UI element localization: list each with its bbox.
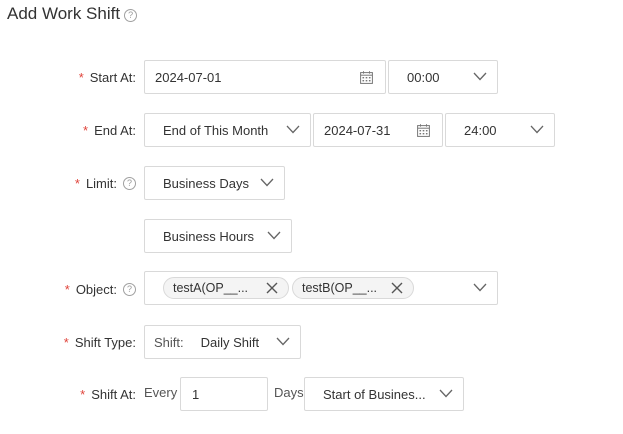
chevron-down-icon <box>286 125 300 134</box>
every-text: Every <box>144 384 178 400</box>
chevron-down-icon <box>530 125 544 134</box>
start-at-label-text: Start At: <box>89 69 136 85</box>
calendar-icon[interactable] <box>417 124 430 137</box>
page-title-text: Add Work Shift <box>7 4 121 23</box>
question-circle-icon[interactable]: ? <box>123 176 136 190</box>
limit-hours-value: Business Hours <box>163 228 255 244</box>
interval-input[interactable]: 1 <box>180 377 268 411</box>
chevron-down-icon <box>473 72 487 81</box>
end-at-label-text: End At: <box>94 122 136 138</box>
shift-at-label-text: Shift At: <box>91 386 136 402</box>
object-tag-label: testB(OP__... <box>302 281 378 295</box>
limit-label-text: Limit: <box>85 175 117 191</box>
end-at-label: * End At: <box>83 113 136 147</box>
required-mark: * <box>78 69 84 85</box>
chevron-down-icon <box>473 283 487 292</box>
question-circle-icon[interactable]: ? <box>124 9 138 22</box>
close-icon[interactable] <box>391 282 403 294</box>
shift-type-value: Daily Shift <box>200 334 260 350</box>
required-mark: * <box>74 175 80 191</box>
limit-label: * Limit: ? <box>75 166 136 200</box>
start-at-label: * Start At: <box>79 60 136 94</box>
start-time-value: 00:00 <box>407 69 440 85</box>
object-tag: testA(OP__... <box>163 277 289 299</box>
end-time-value: 24:00 <box>464 122 497 138</box>
object-label-text: Object: <box>75 281 117 297</box>
shift-type-label: * Shift Type: <box>64 325 136 359</box>
object-multiselect[interactable]: testA(OP__... testB(OP__... <box>144 271 498 305</box>
end-time-select[interactable]: 24:00 <box>445 113 555 147</box>
start-date-value: 2024-07-01 <box>155 69 222 85</box>
object-tag-label: testA(OP__... <box>173 281 249 295</box>
shift-at-label: * Shift At: <box>80 377 136 411</box>
start-date-picker[interactable]: 2024-07-01 <box>144 60 386 94</box>
end-mode-select[interactable]: End of This Month <box>144 113 311 147</box>
shift-start-select[interactable]: Start of Busines... <box>304 377 464 411</box>
shift-type-label-text: Shift Type: <box>74 334 136 350</box>
shift-type-select[interactable]: Shift: Daily Shift <box>144 325 301 359</box>
chevron-down-icon <box>439 389 453 398</box>
page-title: Add Work Shift ? <box>7 3 138 25</box>
object-label: * Object: ? <box>65 272 136 306</box>
object-tag: testB(OP__... <box>292 277 414 299</box>
limit-hours-select[interactable]: Business Hours <box>144 219 292 253</box>
chevron-down-icon <box>276 337 290 346</box>
interval-value: 1 <box>192 386 200 402</box>
end-date-picker[interactable]: 2024-07-31 <box>313 113 443 147</box>
required-mark: * <box>80 386 86 402</box>
shift-start-value: Start of Busines... <box>323 386 426 402</box>
required-mark: * <box>63 334 69 350</box>
required-mark: * <box>64 281 70 297</box>
end-mode-value: End of This Month <box>163 122 269 138</box>
chevron-down-icon <box>267 231 281 240</box>
close-icon[interactable] <box>266 282 278 294</box>
question-circle-icon[interactable]: ? <box>123 282 136 296</box>
start-time-select[interactable]: 00:00 <box>388 60 498 94</box>
limit-days-select[interactable]: Business Days <box>144 166 285 200</box>
shift-type-prefix: Shift: <box>154 334 184 350</box>
calendar-icon[interactable] <box>360 71 373 84</box>
chevron-down-icon <box>260 178 274 187</box>
limit-days-value: Business Days <box>163 175 249 191</box>
end-date-value: 2024-07-31 <box>324 122 391 138</box>
required-mark: * <box>83 122 89 138</box>
days-unit-text: Days <box>274 384 304 400</box>
